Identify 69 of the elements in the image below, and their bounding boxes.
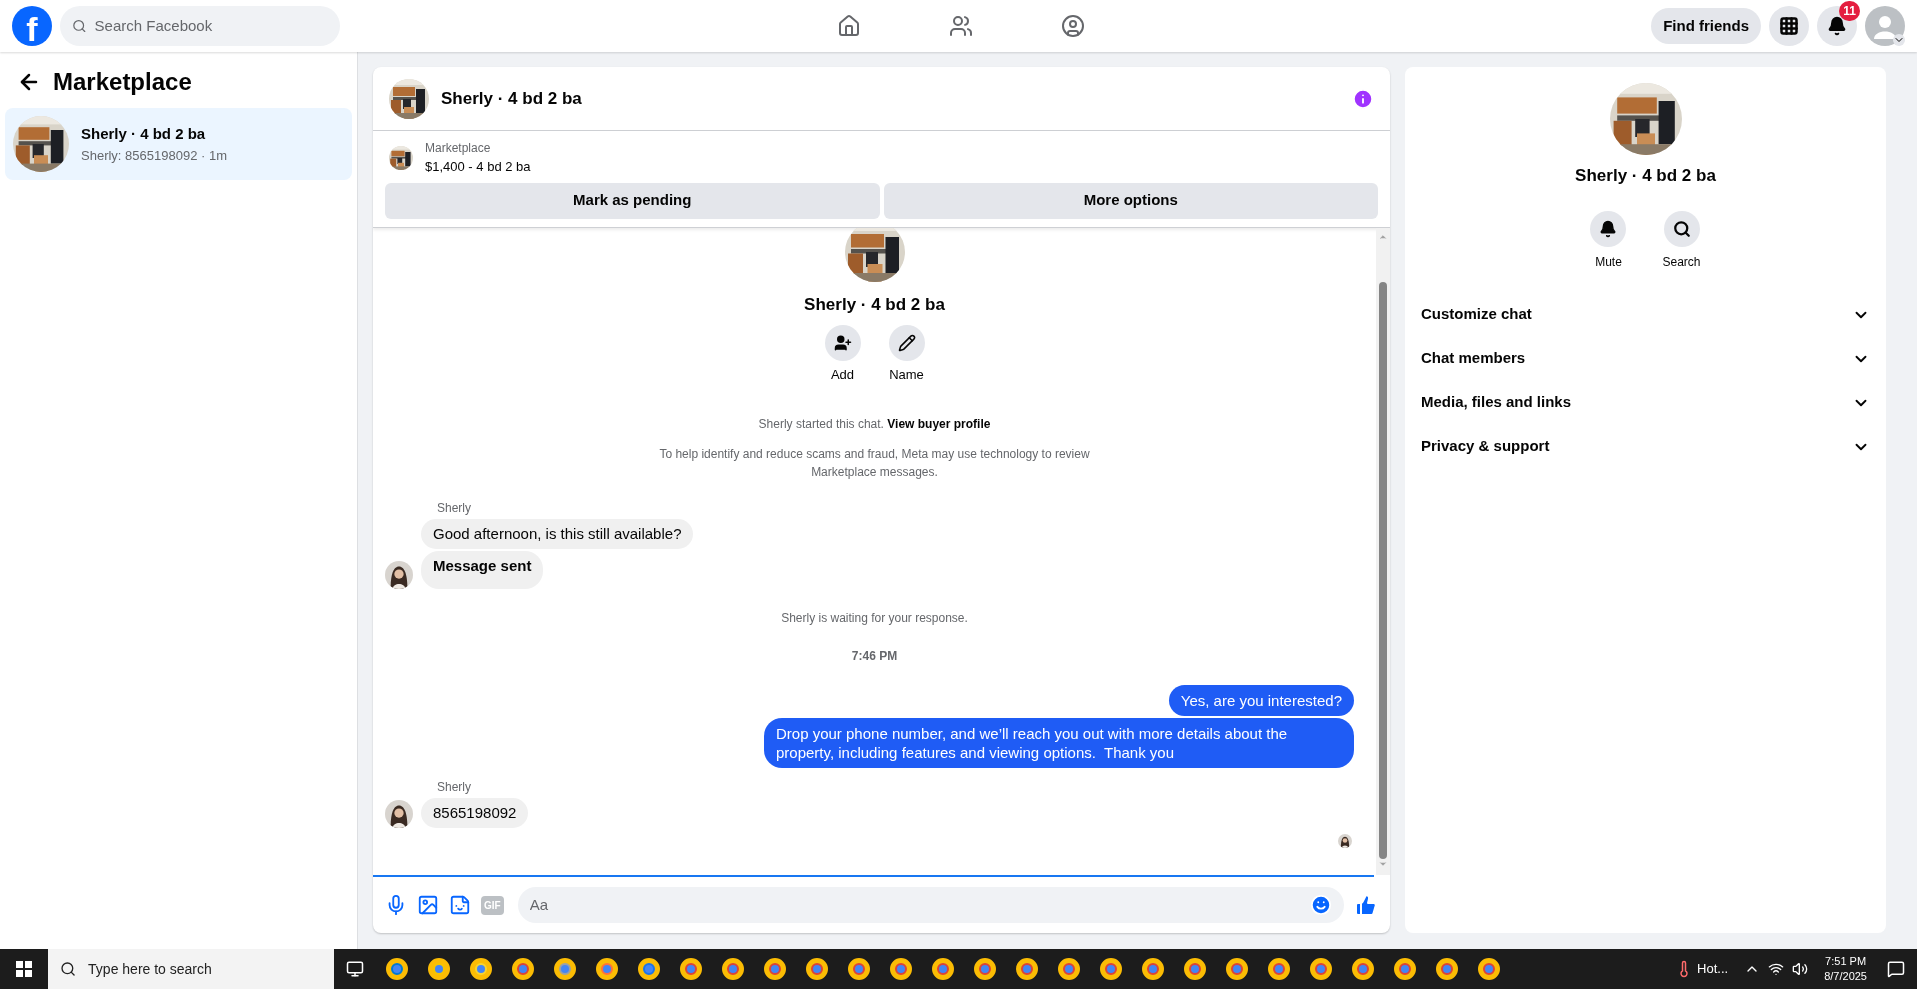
photo-icon[interactable] xyxy=(417,894,439,916)
details-section[interactable]: Customize chat xyxy=(1421,292,1870,337)
search-icon xyxy=(60,960,77,978)
message-input[interactable]: Aa xyxy=(529,893,1310,917)
volume-icon[interactable] xyxy=(1792,961,1809,977)
groups-icon[interactable] xyxy=(1060,14,1085,38)
details-section[interactable]: Privacy & support xyxy=(1421,424,1870,469)
section-label: Privacy & support xyxy=(1421,436,1550,457)
status-text: Sherly is waiting for your response. xyxy=(780,609,969,627)
like-icon[interactable] xyxy=(1354,893,1378,917)
search-bar[interactable]: Search Facebook xyxy=(60,6,340,46)
chat-title[interactable]: Sherly · 4 bd 2 ba xyxy=(441,85,1340,112)
friends-icon[interactable] xyxy=(948,14,973,38)
search-icon xyxy=(72,18,87,34)
sender-name: Sherly xyxy=(436,499,472,517)
notifications-button[interactable] xyxy=(1817,6,1857,46)
network-icon[interactable] xyxy=(1768,961,1785,977)
details-title: Sherly · 4 bd 2 ba xyxy=(1575,165,1716,187)
clock-time[interactable]: 7:51 PM xyxy=(1825,954,1867,969)
add-person-icon xyxy=(833,334,852,352)
message-composer[interactable]: Aa xyxy=(517,887,1344,923)
action-button[interactable]: More options xyxy=(883,182,1378,219)
avatar xyxy=(385,560,413,589)
bell-icon xyxy=(1599,219,1618,238)
action-button[interactable]: Mark as pending xyxy=(385,182,880,219)
conversation-preview: Sherly: 8565198092 · 1m xyxy=(81,146,227,165)
details-section[interactable]: Chat members xyxy=(1421,336,1870,381)
menu-icon xyxy=(1779,16,1799,36)
message-bubble: 8565198092 xyxy=(421,797,529,828)
message-bubble: Good afternoon, is this still available? xyxy=(421,518,694,549)
listing-label: Marketplace xyxy=(425,140,492,157)
pencil-icon xyxy=(897,334,916,352)
message-bubble: Yes, are you interested? xyxy=(1168,684,1354,716)
conversation-item[interactable]: Sherly · 4 bd 2 ba Sherly: 8565198092 · 1m xyxy=(5,108,352,180)
info-icon[interactable] xyxy=(1352,87,1374,110)
message-bubble: Drop your phone number, and we’ll reach you out with more details about the property, including features and viewing options. Thank you xyxy=(764,717,1354,768)
sticker-icon[interactable] xyxy=(449,894,471,916)
section-label: Customize chat xyxy=(1421,304,1532,325)
sender-name: Sherly xyxy=(436,778,472,796)
notification-center-icon[interactable] xyxy=(1887,960,1905,978)
notification-badge: 11 xyxy=(1839,1,1860,21)
menu-button[interactable] xyxy=(1769,6,1809,46)
taskbar-search-bar[interactable]: Type here to search xyxy=(48,949,334,989)
avatar xyxy=(1338,833,1352,848)
emoji-icon[interactable] xyxy=(1310,894,1332,916)
search-field[interactable]: Search Facebook xyxy=(94,14,328,38)
clock-date[interactable]: 8/7/2025 xyxy=(1824,969,1867,984)
search-icon xyxy=(1672,219,1691,238)
weather-text[interactable]: Hot... xyxy=(1697,959,1729,979)
taskbar-search-field[interactable]: Type here to search xyxy=(88,958,322,980)
find-friends-button[interactable]: Find friends xyxy=(1651,8,1761,44)
listing-summary[interactable]: $1,400 - 4 bd 2 ba xyxy=(425,157,531,177)
section-label: Chat members xyxy=(1421,348,1526,369)
timestamp: 7:46 PM xyxy=(850,647,899,665)
started-text: Sherly started this chat. View buyer profile xyxy=(758,415,991,433)
conversation-title: Sherly · 4 bd 2 ba xyxy=(81,124,207,144)
sidebar-title: Marketplace xyxy=(53,67,192,97)
home-icon[interactable] xyxy=(836,14,861,38)
notice-text: To help identify and reduce scams and fraud, Meta may use technology to review Marketplace messages. xyxy=(658,445,1091,481)
task-view-icon[interactable] xyxy=(346,960,364,978)
details-section[interactable]: Media, files and links xyxy=(1421,380,1870,425)
view-profile-link[interactable]: View buyer profile xyxy=(887,416,991,431)
chevron-icon xyxy=(1893,34,1905,46)
bell-icon xyxy=(1827,16,1847,36)
avatar xyxy=(385,799,413,828)
section-label: Media, files and links xyxy=(1421,392,1572,413)
message-bubble: Message sent xyxy=(421,550,544,589)
intro-title: Sherly · 4 bd 2 ba xyxy=(804,293,945,316)
facebook-logo[interactable]: f xyxy=(12,6,52,46)
